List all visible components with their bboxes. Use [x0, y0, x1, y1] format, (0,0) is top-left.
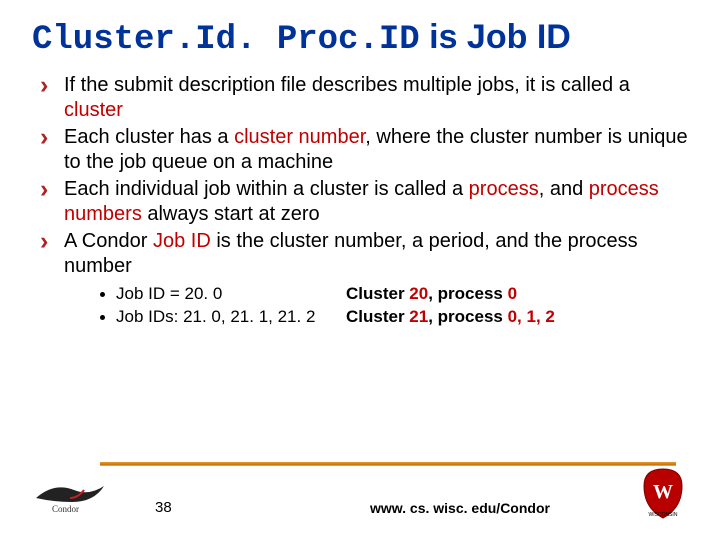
text-red: 21	[409, 307, 428, 326]
sub-list: Job ID = 20. 0 Cluster 20, process 0 Job…	[64, 283, 688, 329]
bullet-3: Each individual job within a cluster is …	[38, 177, 688, 227]
bullet-2: Each cluster has a cluster number, where…	[38, 125, 688, 175]
wisconsin-crest-icon: W WISCONSIN	[636, 466, 690, 520]
bullet-1: If the submit description file describes…	[38, 73, 688, 123]
page-number: 38	[155, 499, 172, 516]
text-red: cluster number	[234, 126, 365, 148]
text-red: 20	[409, 284, 428, 303]
text: Each individual job within a cluster is …	[64, 178, 469, 200]
sub-left: Job ID = 20. 0	[116, 283, 346, 306]
svg-text:W: W	[653, 481, 673, 503]
text: , process	[428, 284, 507, 303]
wisconsin-logo: W WISCONSIN	[636, 466, 690, 520]
footer: Condor 38 www. cs. wisc. edu/Condor W WI…	[0, 462, 720, 522]
bullet-list: If the submit description file describes…	[32, 73, 688, 329]
sub-item-1: Job ID = 20. 0 Cluster 20, process 0	[100, 283, 688, 306]
text: , and	[539, 178, 589, 200]
title-mono: Cluster.Id. Proc.ID	[32, 21, 420, 59]
text: always start at zero	[142, 203, 320, 225]
sub-right: Cluster 20, process 0	[346, 283, 688, 306]
condor-logo: Condor	[34, 476, 112, 514]
text: A Condor	[64, 230, 153, 252]
footer-url: www. cs. wisc. edu/Condor	[370, 500, 550, 516]
slide-body: Cluster.Id. Proc.ID is Job ID If the sub…	[0, 0, 720, 329]
sub-item-2: Job IDs: 21. 0, 21. 1, 21. 2 Cluster 21,…	[100, 306, 688, 329]
bullet-4: A Condor Job ID is the cluster number, a…	[38, 229, 688, 329]
svg-text:Condor: Condor	[52, 504, 79, 514]
condor-bird-icon: Condor	[34, 476, 112, 514]
title-rest: is Job ID	[420, 18, 571, 56]
text: , process	[428, 307, 507, 326]
text: Cluster	[346, 284, 409, 303]
text-red: 0	[508, 284, 517, 303]
text: Each cluster has a	[64, 126, 234, 148]
text-red: process	[469, 178, 539, 200]
text-red: Job ID	[153, 230, 211, 252]
text-red: 0, 1, 2	[508, 307, 555, 326]
sub-left: Job IDs: 21. 0, 21. 1, 21. 2	[116, 306, 346, 329]
text: If the submit description file describes…	[64, 74, 630, 96]
footer-divider	[100, 462, 676, 465]
svg-text:WISCONSIN: WISCONSIN	[649, 512, 678, 518]
sub-right: Cluster 21, process 0, 1, 2	[346, 306, 688, 329]
text-red: cluster	[64, 99, 123, 121]
slide-title: Cluster.Id. Proc.ID is Job ID	[32, 18, 688, 59]
text: Cluster	[346, 307, 409, 326]
